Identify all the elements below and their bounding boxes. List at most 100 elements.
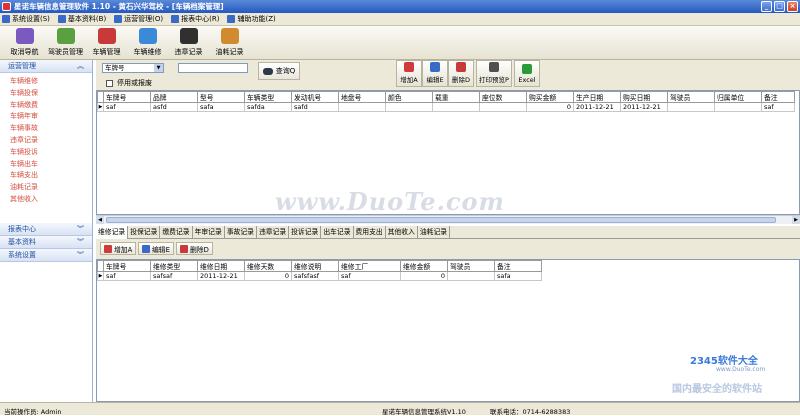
column-header[interactable]: 驾驶员 [667, 91, 715, 103]
table-cell[interactable] [385, 102, 433, 112]
column-header[interactable]: 维修金额 [400, 260, 448, 272]
nav-item[interactable]: 车辆投保 [10, 88, 92, 100]
column-header[interactable]: 备注 [494, 260, 542, 272]
nav-item[interactable]: 车辆投诉 [10, 147, 92, 159]
nav-item[interactable]: 车辆年审 [10, 111, 92, 123]
table-cell[interactable] [338, 102, 386, 112]
column-header[interactable]: 载重 [432, 91, 480, 103]
tab-7[interactable]: 出车记录 [321, 226, 354, 239]
table-cell[interactable]: 2011-12-21 [573, 102, 621, 112]
column-header[interactable]: 备注 [761, 91, 795, 103]
table-row[interactable]: ▶ saf safsaf 2011-12-21 0 safsfasf saf 0 safa [97, 271, 542, 281]
table-cell[interactable]: safda [244, 102, 292, 112]
table-cell[interactable] [479, 102, 527, 112]
column-header[interactable]: 地盘号 [338, 91, 386, 103]
tab-10[interactable]: 油耗记录 [418, 226, 451, 239]
table-cell[interactable]: safa [494, 271, 542, 281]
toolbar-button-1[interactable]: 驾驶员管理 [45, 26, 86, 59]
action-button-1[interactable]: 编辑E [422, 60, 448, 87]
disabled-checkbox[interactable]: 停用或报废 [106, 78, 152, 88]
tab-4[interactable]: 事故记录 [225, 226, 257, 239]
column-header[interactable]: 车牌号 [103, 91, 151, 103]
table-cell[interactable]: safsfasf [291, 271, 339, 281]
nav-item[interactable]: 车辆支出 [10, 170, 92, 182]
table-cell[interactable]: saf [103, 271, 151, 281]
nav-section-2[interactable]: 基本资料 ︾ [0, 236, 92, 249]
table-cell[interactable]: safsaf [150, 271, 198, 281]
column-header[interactable]: 发动机号 [291, 91, 339, 103]
checkbox-box[interactable] [106, 79, 113, 87]
table-cell[interactable] [714, 102, 762, 112]
vehicle-grid-hscroll[interactable]: ◀ ▶ [96, 215, 800, 224]
column-header[interactable]: 品牌 [150, 91, 198, 103]
column-header[interactable]: 维修类型 [150, 260, 198, 272]
scroll-left-icon[interactable]: ◀ [96, 216, 104, 224]
column-header[interactable]: 车辆类型 [244, 91, 292, 103]
tab-0[interactable]: 维修记录 [96, 226, 129, 239]
nav-item[interactable]: 车辆出车 [10, 159, 92, 171]
minimize-button[interactable]: _ [761, 1, 772, 12]
nav-section-0[interactable]: 运营管理 ︽ [0, 60, 92, 73]
toolbar-button-5[interactable]: 油耗记录 [209, 26, 250, 59]
table-cell[interactable] [447, 271, 495, 281]
menu-item-2[interactable]: 运营管理(O) [114, 14, 163, 24]
scroll-thumb[interactable] [106, 217, 776, 223]
menu-item-1[interactable]: 基本资料(B) [57, 14, 106, 24]
action-button-4[interactable]: Excel [514, 60, 540, 87]
table-cell[interactable]: 2011-12-21 [197, 271, 245, 281]
menu-item-4[interactable]: 辅助功能(Z) [227, 14, 276, 24]
column-header[interactable]: 维修工厂 [338, 260, 401, 272]
table-cell[interactable]: asfd [150, 102, 198, 112]
tab-6[interactable]: 投诉记录 [289, 226, 322, 239]
nav-section-3[interactable]: 系统设置 ︾ [0, 249, 92, 262]
column-header[interactable]: 驾驶员 [447, 260, 495, 272]
action-button-0[interactable]: 增加A [396, 60, 422, 87]
action-button-3[interactable]: 打印预览P [476, 60, 512, 87]
chevron-icon[interactable]: ︽ [77, 60, 84, 73]
toolbar-button-0[interactable]: 取消导航 [4, 26, 45, 59]
column-header[interactable]: 型号 [197, 91, 245, 103]
menu-item-3[interactable]: 报表中心(R) [171, 14, 219, 24]
tab-8[interactable]: 费用支出 [354, 226, 386, 239]
chevron-icon[interactable]: ︾ [77, 223, 84, 236]
nav-item[interactable]: 油耗记录 [10, 182, 92, 194]
toolbar-button-2[interactable]: 车辆管理 [86, 26, 127, 59]
scroll-right-icon[interactable]: ▶ [792, 216, 800, 224]
nav-section-1[interactable]: 报表中心 ︾ [0, 223, 92, 236]
sub-action-button-2[interactable]: 删除D [176, 242, 213, 255]
column-header[interactable]: 座位数 [479, 91, 527, 103]
column-header[interactable]: 维修日期 [197, 260, 245, 272]
maximize-button[interactable]: □ [774, 1, 785, 12]
nav-item[interactable]: 违章记录 [10, 135, 92, 147]
table-cell[interactable]: 0 [400, 271, 448, 281]
tab-3[interactable]: 年审记录 [193, 226, 225, 239]
toolbar-button-3[interactable]: 车辆维修 [127, 26, 168, 59]
table-cell[interactable]: 0 [526, 102, 574, 112]
table-cell[interactable]: saf [103, 102, 151, 112]
nav-item[interactable]: 车辆维修 [10, 76, 92, 88]
column-header[interactable]: 维修说明 [291, 260, 339, 272]
table-cell[interactable] [667, 102, 715, 112]
tab-9[interactable]: 其他收入 [386, 226, 418, 239]
action-button-2[interactable]: 删除D [448, 60, 474, 87]
table-cell[interactable]: safd [291, 102, 339, 112]
tab-1[interactable]: 投保记录 [128, 226, 161, 239]
table-cell[interactable]: saf [338, 271, 401, 281]
search-input[interactable] [178, 63, 248, 73]
column-header[interactable]: 车牌号 [103, 260, 151, 272]
chevron-icon[interactable]: ︾ [77, 249, 84, 262]
table-cell[interactable]: 2011-12-21 [620, 102, 668, 112]
sub-action-button-1[interactable]: 编辑E [138, 242, 174, 255]
close-button[interactable]: × [787, 1, 798, 12]
nav-item[interactable]: 其他收入 [10, 194, 92, 206]
nav-item[interactable]: 车辆事故 [10, 123, 92, 135]
table-cell[interactable]: saf [761, 102, 795, 112]
chevron-down-icon[interactable]: ▼ [154, 64, 163, 72]
field-select[interactable]: 车牌号 ▼ [102, 63, 164, 73]
nav-item[interactable]: 车辆缴费 [10, 100, 92, 112]
toolbar-button-4[interactable]: 违章记录 [168, 26, 209, 59]
column-header[interactable]: 归属单位 [714, 91, 762, 103]
column-header[interactable]: 维修天数 [244, 260, 292, 272]
column-header[interactable]: 购买金额 [526, 91, 574, 103]
column-header[interactable]: 生产日期 [573, 91, 621, 103]
